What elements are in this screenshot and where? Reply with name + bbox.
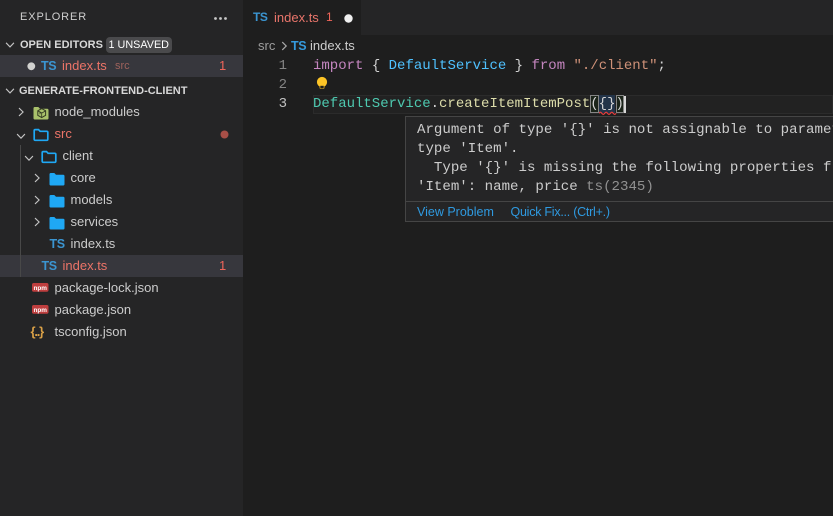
svg-text:npm: npm xyxy=(33,285,47,292)
svg-text:npm: npm xyxy=(33,307,47,314)
